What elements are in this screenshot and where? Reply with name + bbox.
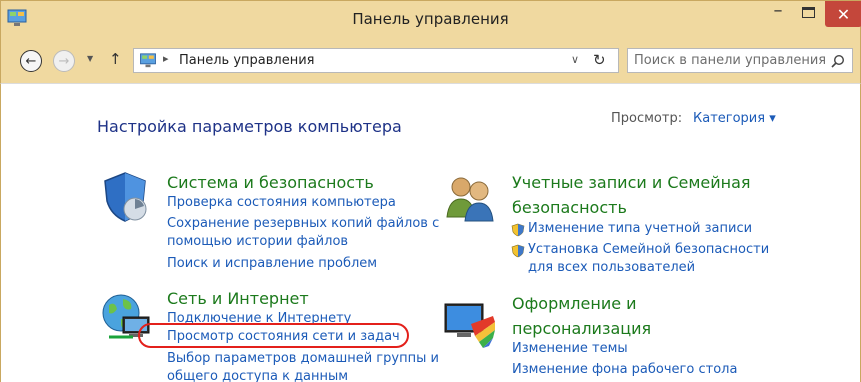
change-desktop-background-link[interactable]: Изменение фона рабочего стола [512,362,737,377]
maximize-button[interactable] [794,1,822,23]
file-history-backup-link-line2[interactable]: помощью истории файлов [167,234,348,249]
user-accounts-icon[interactable] [441,169,497,225]
navigation-bar: ← → ▼ ↑ ▸ Панель управления ∨ ↻ Поиск в … [0,38,861,83]
highlight-annotation [138,323,409,348]
user-accounts-heading[interactable]: Учетные записи и Семейная [512,173,751,192]
uac-shield-icon [511,244,525,258]
change-account-type-link[interactable]: Изменение типа учетной записи [528,221,752,236]
back-button[interactable]: ← [20,50,42,72]
search-input[interactable]: Поиск в панели управления [634,53,826,68]
forward-button[interactable]: → [53,50,75,72]
check-computer-status-link[interactable]: Проверка состояния компьютера [167,195,396,210]
window-title: Панель управления [352,10,509,28]
homegroup-sharing-link-line2[interactable]: общего доступа к данным [167,369,348,382]
address-dropdown-button[interactable]: ∨ [571,53,579,66]
appearance-heading-line2[interactable]: персонализация [512,319,651,338]
system-security-icon[interactable] [99,169,155,225]
homegroup-sharing-link[interactable]: Выбор параметров домашней группы и [167,351,439,366]
breadcrumb-separator-icon[interactable]: ▸ [163,52,169,65]
main-content: Настройка параметров компьютера Просмотр… [0,83,861,382]
family-safety-link[interactable]: Установка Семейной безопасности [528,242,769,257]
maximize-icon [801,6,815,18]
system-security-heading[interactable]: Система и безопасность [167,173,374,192]
page-title: Настройка параметров компьютера [97,117,402,136]
change-theme-link[interactable]: Изменение темы [512,341,628,356]
view-by-dropdown[interactable]: Категория ▾ [693,111,776,126]
minimize-button[interactable]: – [764,0,792,21]
up-button[interactable]: ↑ [109,50,122,68]
title-bar: Панель управления – ✕ [0,0,861,38]
close-button[interactable]: ✕ [825,1,861,27]
troubleshoot-link[interactable]: Поиск и исправление проблем [167,256,377,271]
control-panel-icon [140,53,156,68]
refresh-button[interactable]: ↻ [593,51,606,69]
recent-locations-button[interactable]: ▼ [87,54,93,63]
family-safety-link-line2[interactable]: для всех пользователей [528,260,695,275]
search-icon[interactable] [831,54,845,68]
view-label: Просмотр: [611,111,683,126]
appearance-personalization-icon[interactable] [441,296,497,352]
user-accounts-heading-line2[interactable]: безопасность [512,198,627,217]
uac-shield-icon [511,223,525,237]
search-box[interactable]: Поиск в панели управления [627,48,853,73]
appearance-heading[interactable]: Оформление и [512,294,637,313]
network-internet-heading[interactable]: Сеть и Интернет [167,289,309,308]
address-bar[interactable]: ▸ Панель управления ∨ ↻ [133,48,619,73]
file-history-backup-link[interactable]: Сохранение резервных копий файлов с [167,216,439,231]
breadcrumb-control-panel[interactable]: Панель управления [179,53,315,68]
